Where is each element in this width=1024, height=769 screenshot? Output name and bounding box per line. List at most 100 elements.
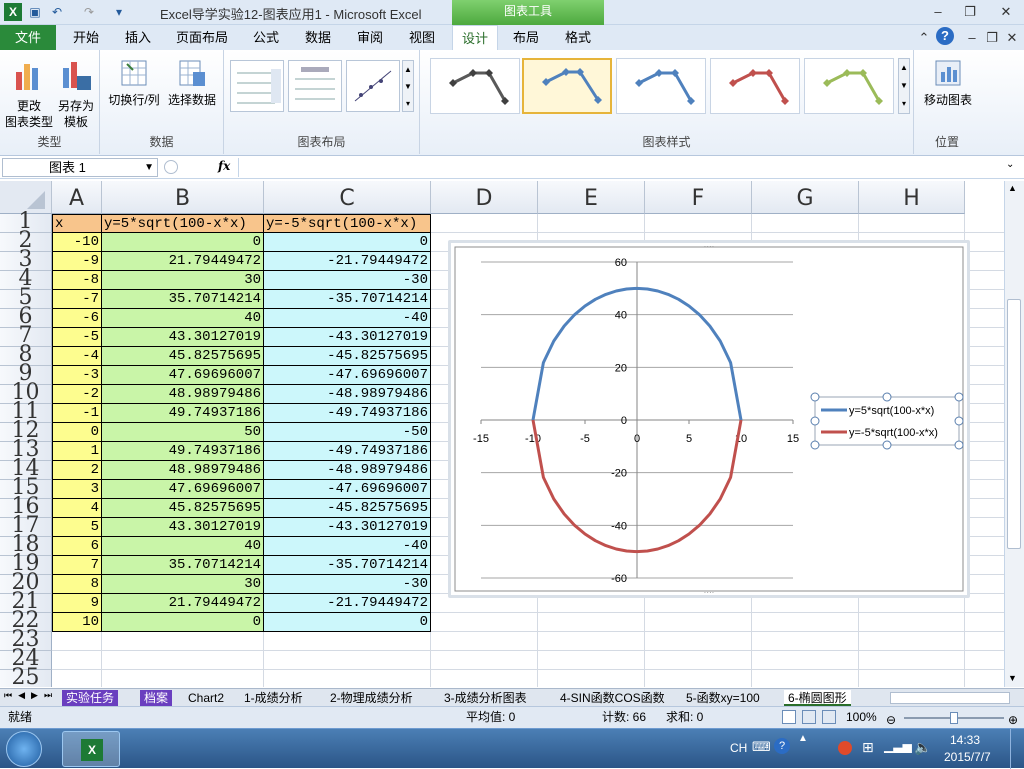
page-break-view-icon[interactable] [822,710,836,724]
windows-flag-icon[interactable]: ⊞ [862,739,874,756]
cell-a10[interactable]: -2 [52,385,102,404]
column-header-h[interactable]: H [859,181,965,214]
sheet-tab-5[interactable]: 2-物理成绩分析 [326,690,417,706]
cell-b13[interactable]: 49.74937186 [102,442,264,461]
column-header-d[interactable]: D [431,181,538,214]
cell-b19[interactable]: 35.70714214 [102,556,264,575]
close-icon[interactable]: ✕ [994,2,1018,22]
select-data-button[interactable]: 选择数据 [164,58,220,108]
cell-a19[interactable]: 7 [52,556,102,575]
network-icon[interactable]: ▁▃▅ [884,739,912,753]
tray-expand-icon[interactable]: ▲ [798,733,808,744]
cell-b14[interactable]: 48.98979486 [102,461,264,480]
cell-b12[interactable]: 50 [102,423,264,442]
sheet-tab-1[interactable]: 实验任务 [62,690,119,706]
sheet-tab-8[interactable]: 5-函数xy=100 [682,690,764,706]
legend-selection-handle[interactable] [810,440,820,450]
sheet-nav-icon[interactable]: ⏮◀▶⏭ [4,690,58,701]
cell-a5[interactable]: -7 [52,290,102,309]
formula-input[interactable] [238,158,1004,177]
cell-c1[interactable]: y=-5*sqrt(100-x*x) [264,214,431,233]
chart-resize-grip-bottom-icon[interactable]: ···· [704,588,715,597]
legend-selection-handle[interactable] [954,392,964,402]
column-header-e[interactable]: E [538,181,645,214]
cell-b20[interactable]: 30 [102,575,264,594]
cell-a13[interactable]: 1 [52,442,102,461]
scroll-down-icon[interactable]: ▼ [1008,673,1017,683]
cell-c8[interactable]: -45.82575695 [264,347,431,366]
cell-c22[interactable]: 0 [264,613,431,632]
cell-c11[interactable]: -49.74937186 [264,404,431,423]
page-layout-view-icon[interactable] [802,710,816,724]
cell-a18[interactable]: 6 [52,537,102,556]
style-thumb-3[interactable] [616,58,706,114]
restore-icon[interactable]: ❐ [958,2,982,22]
cell-a6[interactable]: -6 [52,309,102,328]
chart-object[interactable]: 60 40 20 0 -20 -40 -60 -15 -10 -5 0 5 10 15 y=5*sqrt(1… [448,240,970,598]
column-header-b[interactable]: B [102,181,264,214]
chart-resize-grip-top-icon[interactable]: ···· [704,242,715,251]
tab-data[interactable]: 数据 [296,25,340,50]
cell-b17[interactable]: 43.30127019 [102,518,264,537]
layout-scroll[interactable]: ▲ ▼ ▾ [402,60,414,112]
cell-b18[interactable]: 40 [102,537,264,556]
column-header-c[interactable]: C [264,181,431,214]
cell-b11[interactable]: 49.74937186 [102,404,264,423]
horizontal-scrollbar[interactable] [890,692,1010,704]
cell-b21[interactable]: 21.79449472 [102,594,264,613]
fx-icon[interactable]: fx [218,159,230,173]
cell-a4[interactable]: -8 [52,271,102,290]
cell-a1[interactable]: x [52,214,102,233]
tab-format[interactable]: 格式 [556,25,600,50]
cell-b1[interactable]: y=5*sqrt(100-x*x) [102,214,264,233]
cell-a14[interactable]: 2 [52,461,102,480]
row-header-25[interactable]: 25 [0,667,52,687]
clock-time[interactable]: 14:33 [950,733,980,747]
tab-file[interactable]: 文件 [0,25,56,50]
cell-a7[interactable]: -5 [52,328,102,347]
sheet-tab-2[interactable]: 档案 [140,690,173,706]
style-thumb-4[interactable] [710,58,800,114]
cell-c4[interactable]: -30 [264,271,431,290]
column-header-f[interactable]: F [645,181,752,214]
tab-home[interactable]: 开始 [64,25,108,50]
cell-c2[interactable]: 0 [264,233,431,252]
normal-view-icon[interactable] [782,710,796,724]
name-box[interactable]: 图表 1 ▼ [2,158,158,177]
cell-a12[interactable]: 0 [52,423,102,442]
sheet-tab-4[interactable]: 1-成绩分析 [240,690,307,706]
minimize-icon[interactable]: ‒ [926,2,950,22]
legend-selection-handle[interactable] [810,416,820,426]
cell-c20[interactable]: -30 [264,575,431,594]
zoom-level[interactable]: 100% [846,707,877,728]
vertical-scrollbar[interactable]: ▲ ▼ [1004,181,1024,687]
formula-expand-chevron-icon[interactable]: ⌄ [1006,159,1014,170]
taskbar-excel-button[interactable]: X [62,731,120,767]
cell-c7[interactable]: -43.30127019 [264,328,431,347]
clock-date[interactable]: 2015/7/7 [944,750,991,764]
move-chart-button[interactable]: 移动图表 [918,58,978,108]
column-header-g[interactable]: G [752,181,859,214]
cell-c13[interactable]: -49.74937186 [264,442,431,461]
volume-icon[interactable]: 🔈 [914,739,931,756]
cell-c6[interactable]: -40 [264,309,431,328]
scroll-thumb[interactable] [1007,299,1021,549]
change-chart-type-button[interactable]: 更改 图表类型 [4,58,54,130]
sheet-tab-3[interactable]: Chart2 [184,690,228,706]
save-as-template-button[interactable]: 另存为 模板 [54,58,98,130]
layout-thumb-1[interactable] [230,60,284,112]
chart-plot[interactable]: 6040200-20-40-60-15 -10 -5 0 5 10 15y=5*sqrt(1… [451,242,967,597]
cell-c5[interactable]: -35.70714214 [264,290,431,309]
start-button-icon[interactable] [6,731,42,767]
cell-b22[interactable]: 0 [102,613,264,632]
tab-view[interactable]: 视图 [400,25,444,50]
cell-b9[interactable]: 47.69696007 [102,366,264,385]
cell-c12[interactable]: -50 [264,423,431,442]
cell-b16[interactable]: 45.82575695 [102,499,264,518]
cell-a21[interactable]: 9 [52,594,102,613]
legend-selection-handle[interactable] [882,440,892,450]
style-thumb-1[interactable] [430,58,520,114]
customize-qat-icon[interactable]: ▾ [110,3,128,21]
sheet-tab-7[interactable]: 4-SIN函数COS函数 [556,690,669,706]
cell-c3[interactable]: -21.79449472 [264,252,431,271]
